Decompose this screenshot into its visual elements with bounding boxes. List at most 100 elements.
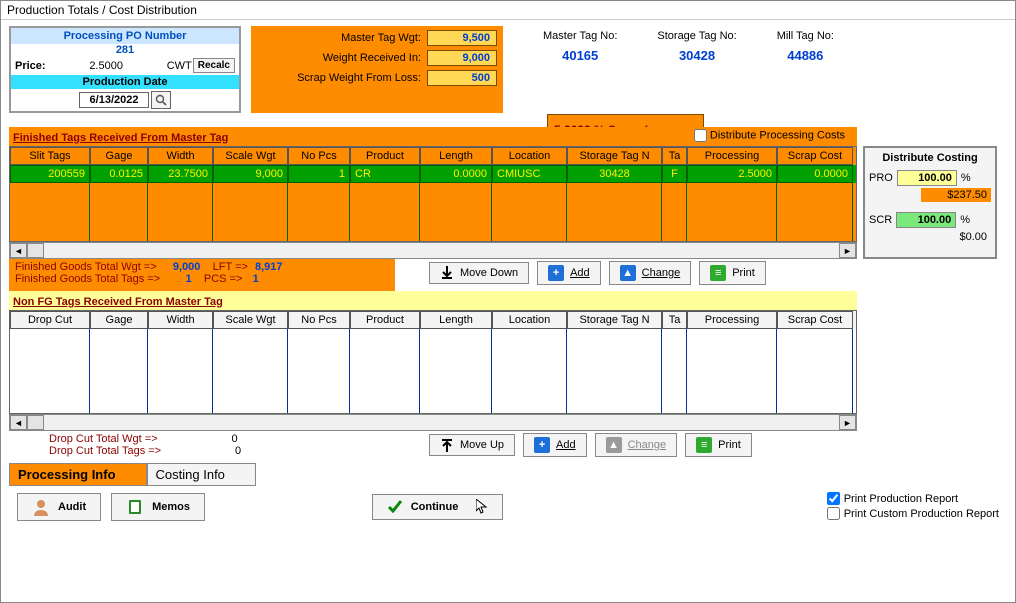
col-proc[interactable]: Processing <box>687 147 777 165</box>
continue-button[interactable]: Continue <box>372 494 504 520</box>
col-slit[interactable]: Slit Tags <box>10 147 90 165</box>
pct-label-2: % <box>960 214 970 226</box>
ncol-loc[interactable]: Location <box>492 311 567 329</box>
nonfg-hscroll[interactable]: ◄ ► <box>9 414 857 431</box>
scr-amount: $0.00 <box>921 230 991 244</box>
distribute-costs-checkbox[interactable] <box>694 129 707 142</box>
ncol-tag[interactable]: Ta <box>662 311 687 329</box>
master-wgt-value: 9,500 <box>427 30 497 46</box>
distribute-costing-box: Distribute Costing PRO 100.00 % $237.50 … <box>863 146 997 259</box>
dropcut-wgt-label: Drop Cut Total Wgt => <box>49 433 158 445</box>
col-stag[interactable]: Storage Tag N <box>567 147 662 165</box>
nonfg-section-header: Non FG Tags Received From Master Tag <box>9 291 857 310</box>
memos-button[interactable]: Memos <box>111 493 205 521</box>
col-gage[interactable]: Gage <box>90 147 148 165</box>
move-down-button[interactable]: Move Down <box>429 262 529 284</box>
col-scrap[interactable]: Scrap Cost <box>777 147 853 165</box>
print-prod-report-wrap[interactable]: Print Production Report <box>827 492 999 505</box>
pro-label: PRO <box>869 172 893 184</box>
ncol-len[interactable]: Length <box>420 311 492 329</box>
dropcut-wgt: 0 <box>158 433 238 445</box>
ncol-scrap[interactable]: Scrap Cost <box>777 311 853 329</box>
col-len[interactable]: Length <box>420 147 492 165</box>
pro-pct-field[interactable]: 100.00 <box>897 170 957 186</box>
change-nonfg-button: ▲Change <box>595 433 678 457</box>
col-width[interactable]: Width <box>148 147 213 165</box>
storage-tag-label: Storage Tag No: <box>657 30 736 42</box>
fg-total-tags-label: Finished Goods Total Tags => <box>15 273 160 285</box>
plus-icon: + <box>548 265 564 281</box>
add-nonfg-button[interactable]: +Add <box>523 433 587 457</box>
price-value: 2.5000 <box>47 60 166 72</box>
distribute-title: Distribute Costing <box>869 152 991 164</box>
ncol-gage[interactable]: Gage <box>90 311 148 329</box>
distribute-costs-checkbox-wrap: Distribute Processing Costs <box>686 128 853 143</box>
print-prod-report-label: Print Production Report <box>844 493 958 505</box>
scroll-left-icon[interactable]: ◄ <box>10 415 27 430</box>
ncol-proc[interactable]: Processing <box>687 311 777 329</box>
lft-value: 8,917 <box>255 261 283 273</box>
scr-label: SCR <box>869 214 892 226</box>
window-title: Production Totals / Cost Distribution <box>1 1 1015 20</box>
scr-pct-field[interactable]: 100.00 <box>896 212 956 228</box>
tab-costing-info[interactable]: Costing Info <box>147 463 256 486</box>
change-icon: ▲ <box>606 437 622 453</box>
fg-grid[interactable]: Slit Tags Gage Width Scale Wgt No Pcs Pr… <box>9 146 857 242</box>
weight-box: Master Tag Wgt:9,500 Weight Received In:… <box>251 26 503 113</box>
fg-total-wgt-label: Finished Goods Total Wgt => <box>15 261 157 273</box>
col-tag[interactable]: Ta <box>662 147 687 165</box>
check-icon <box>387 499 403 515</box>
book-icon <box>126 498 144 516</box>
col-swgt[interactable]: Scale Wgt <box>213 147 288 165</box>
storage-tag-value: 30428 <box>679 48 715 63</box>
print-prod-report-checkbox[interactable] <box>827 492 840 505</box>
price-unit: CWT <box>167 60 192 72</box>
ncol-nopcs[interactable]: No Pcs <box>288 311 350 329</box>
print-custom-report-checkbox[interactable] <box>827 507 840 520</box>
print-custom-report-wrap[interactable]: Print Custom Production Report <box>827 507 999 520</box>
change-fg-button[interactable]: ▲Change <box>609 261 692 285</box>
nonfg-grid[interactable]: Drop Cut Gage Width Scale Wgt No Pcs Pro… <box>9 310 857 414</box>
date-lookup-button[interactable] <box>151 91 171 109</box>
print-nonfg-button[interactable]: ≡Print <box>685 433 752 457</box>
arrow-up-icon <box>440 438 454 452</box>
lft-label: LFT => <box>213 261 248 273</box>
add-fg-button[interactable]: +Add <box>537 261 601 285</box>
scroll-left-icon[interactable]: ◄ <box>10 243 27 258</box>
master-tag-label: Master Tag No: <box>543 30 617 42</box>
fg-hscroll[interactable]: ◄ ► <box>9 242 857 259</box>
pcs-label: PCS => <box>204 273 243 285</box>
fg-section-header: Finished Tags Received From Master Tag D… <box>9 127 857 146</box>
audit-button[interactable]: Audit <box>17 493 101 521</box>
ncol-width[interactable]: Width <box>148 311 213 329</box>
tab-processing-info[interactable]: Processing Info <box>9 463 147 486</box>
move-up-button[interactable]: Move Up <box>429 434 515 456</box>
col-nopcs[interactable]: No Pcs <box>288 147 350 165</box>
scroll-right-icon[interactable]: ► <box>839 415 856 430</box>
production-date-label: Production Date <box>11 75 239 89</box>
po-number: 281 <box>11 44 239 58</box>
recalc-button[interactable]: Recalc <box>193 58 235 73</box>
person-icon <box>32 498 50 516</box>
col-prod[interactable]: Product <box>350 147 420 165</box>
tag-numbers-box: Master Tag No:40165 Storage Tag No:30428… <box>513 26 1007 113</box>
scroll-thumb[interactable] <box>27 243 44 258</box>
ncol-stag[interactable]: Storage Tag N <box>567 311 662 329</box>
scroll-right-icon[interactable]: ► <box>839 243 856 258</box>
dropcut-tags-label: Drop Cut Total Tags => <box>49 445 161 457</box>
col-loc[interactable]: Location <box>492 147 567 165</box>
dropcut-totals: Drop Cut Total Wgt =>0 Drop Cut Total Ta… <box>9 431 395 463</box>
distribute-costs-label: Distribute Processing Costs <box>710 129 845 141</box>
magnifier-icon <box>155 94 167 106</box>
production-date-field[interactable]: 6/13/2022 <box>79 92 150 108</box>
ncol-drop[interactable]: Drop Cut <box>10 311 90 329</box>
fg-total-wgt: 9,000 <box>173 261 201 273</box>
recv-wgt-label: Weight Received In: <box>257 52 427 64</box>
plus-icon: + <box>534 437 550 453</box>
print-fg-button[interactable]: ≡Print <box>699 261 766 285</box>
scroll-thumb[interactable] <box>27 415 44 430</box>
price-label: Price: <box>15 60 46 72</box>
ncol-swgt[interactable]: Scale Wgt <box>213 311 288 329</box>
fg-total-tags: 1 <box>186 273 192 285</box>
ncol-prod[interactable]: Product <box>350 311 420 329</box>
